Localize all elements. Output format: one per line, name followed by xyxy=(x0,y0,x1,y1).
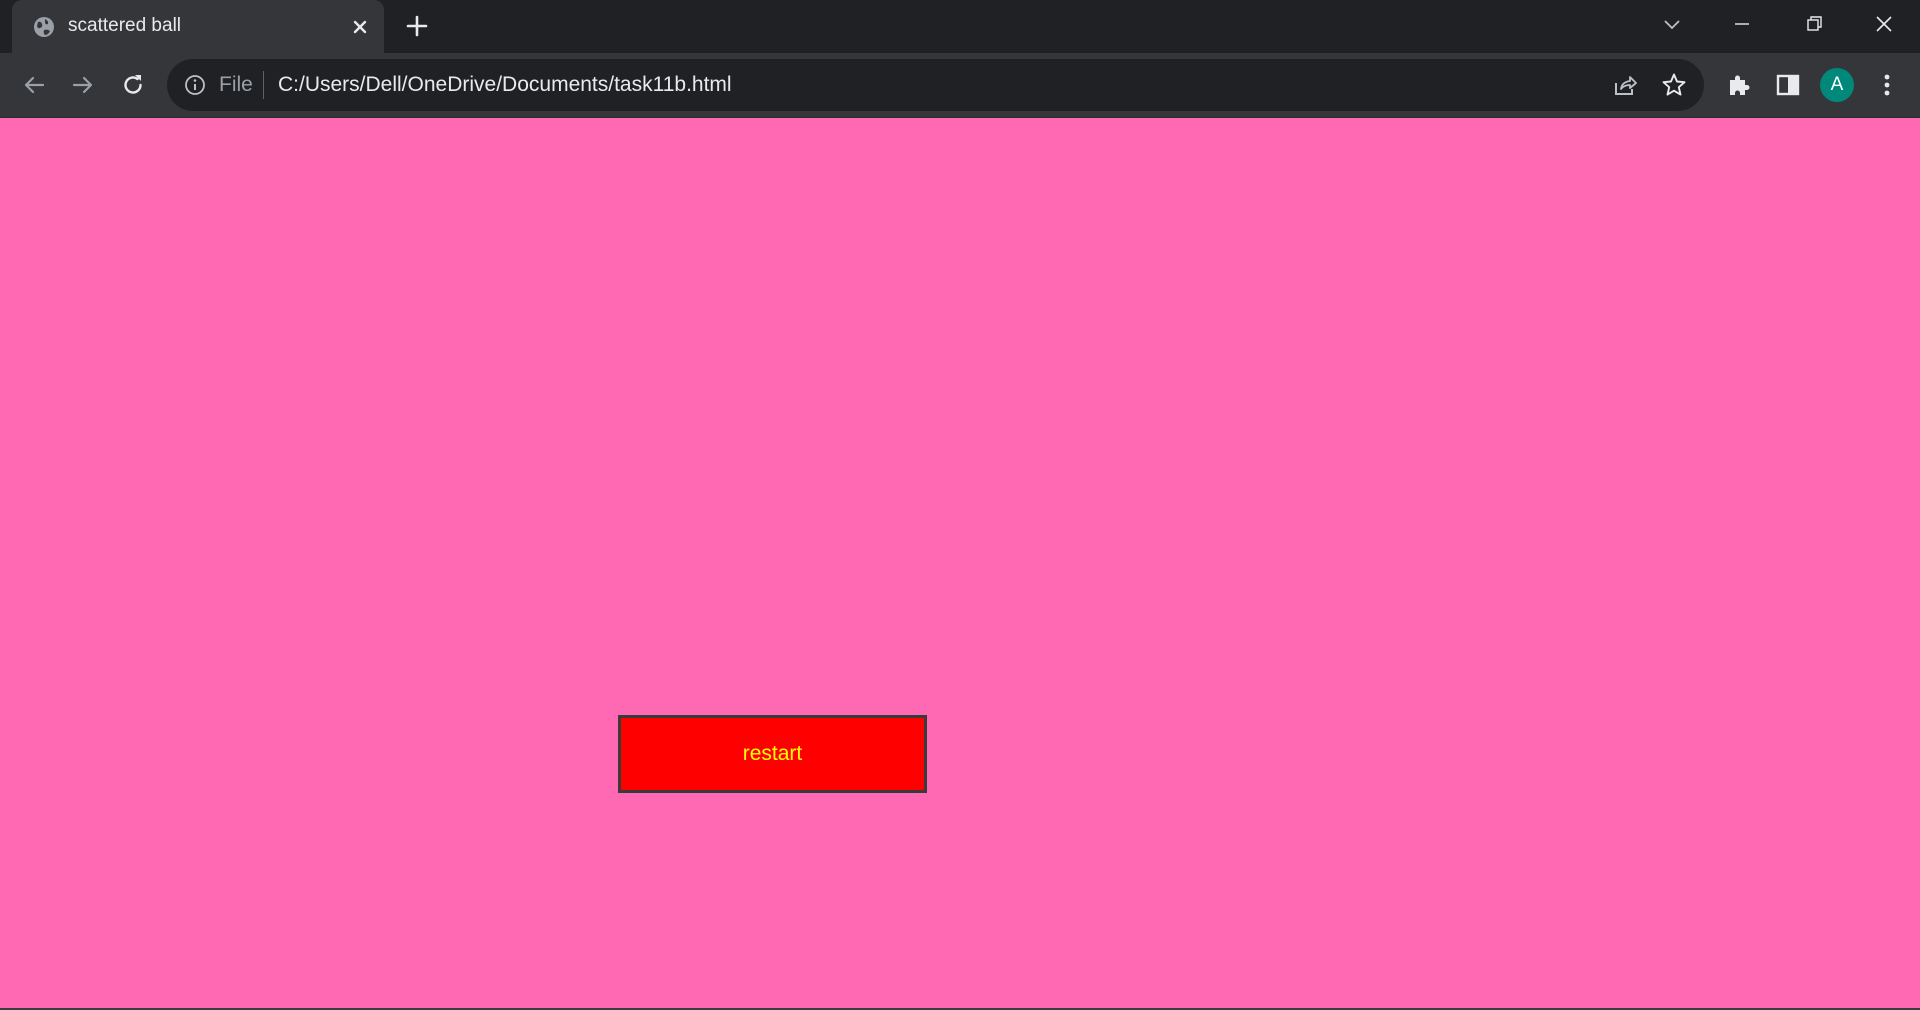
scheme-label: File xyxy=(219,73,253,96)
back-arrow-icon[interactable] xyxy=(19,70,49,100)
profile-avatar[interactable]: A xyxy=(1820,68,1854,102)
share-icon[interactable] xyxy=(1611,71,1639,99)
info-icon[interactable] xyxy=(183,73,207,97)
new-tab-plus-icon[interactable] xyxy=(403,12,431,40)
tab-scattered-ball[interactable]: scattered ball xyxy=(12,0,384,53)
globe-icon xyxy=(32,15,56,39)
forward-arrow-icon[interactable] xyxy=(68,70,98,100)
window-close-icon[interactable] xyxy=(1870,10,1898,38)
star-icon[interactable] xyxy=(1660,71,1688,99)
tab-title: scattered ball xyxy=(68,15,182,36)
reload-icon[interactable] xyxy=(118,70,148,100)
url-text[interactable]: C:/Users/Dell/OneDrive/Documents/task11b… xyxy=(278,72,732,97)
side-panel-icon[interactable] xyxy=(1773,70,1803,100)
restore-icon[interactable] xyxy=(1800,10,1828,38)
restart-button[interactable]: restart xyxy=(618,715,927,793)
more-vertical-icon[interactable] xyxy=(1872,70,1902,100)
close-icon[interactable] xyxy=(347,14,373,40)
chevron-down-icon[interactable] xyxy=(1658,10,1686,38)
page-viewport: restart xyxy=(0,118,1920,1008)
address-bar[interactable]: File C:/Users/Dell/OneDrive/Documents/ta… xyxy=(167,59,1704,111)
tab-strip: scattered ball xyxy=(0,0,1920,53)
puzzle-icon[interactable] xyxy=(1724,70,1754,100)
browser-window: scattered ball File C:/Users/Dell/OneDri… xyxy=(0,0,1920,1010)
browser-toolbar: File C:/Users/Dell/OneDrive/Documents/ta… xyxy=(0,53,1920,118)
omnibox-divider xyxy=(263,71,264,99)
minimize-icon[interactable] xyxy=(1728,10,1756,38)
